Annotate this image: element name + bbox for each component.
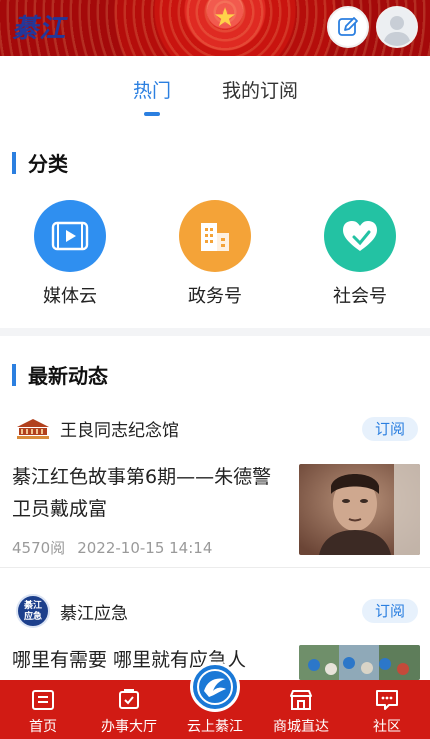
category-government-label: 政务号 xyxy=(188,286,242,307)
emergency-logo-icon: 綦江应急 xyxy=(16,594,50,628)
nav-home[interactable]: 首页 xyxy=(0,680,86,739)
tab-bar: 热门 我的订阅 xyxy=(0,56,430,120)
news-source-1-name: 王良同志纪念馆 xyxy=(60,421,179,441)
news-source-2-name: 綦江应急 xyxy=(60,603,128,624)
news-headline-1[interactable]: 綦江红色故事第6期——朱德警卫员戴成富 xyxy=(12,461,290,525)
star-emblem-icon: ★ xyxy=(213,3,237,33)
news-meta-1: 4570阅 2022-10-15 14:14 xyxy=(12,537,212,558)
nav-service-hall-label: 办事大厅 xyxy=(101,719,157,735)
nav-shop[interactable]: 商城直达 xyxy=(258,680,344,739)
app-header: ★ 綦江 xyxy=(0,0,430,56)
section-divider xyxy=(0,328,430,336)
tab-my-subscriptions[interactable]: 我的订阅 xyxy=(222,76,298,103)
nav-shop-label: 商城直达 xyxy=(273,719,329,735)
building-icon xyxy=(201,223,229,251)
news-time-1: 2022-10-15 14:14 xyxy=(77,539,213,557)
category-society[interactable]: 社会号 xyxy=(315,200,405,308)
edit-icon xyxy=(338,17,358,36)
cloud-qijiang-button[interactable] xyxy=(190,662,240,712)
news-thumbnail-1[interactable] xyxy=(299,464,420,555)
categories-title: 分类 xyxy=(28,152,68,176)
service-hall-icon xyxy=(119,689,139,709)
news-row-separator xyxy=(0,567,430,568)
heading-accent-bar xyxy=(12,363,16,386)
news-views-1: 4570阅 xyxy=(12,539,66,557)
heading-accent-bar xyxy=(12,151,16,174)
nav-community[interactable]: 社区 xyxy=(344,680,430,739)
category-media-cloud-label: 媒体云 xyxy=(43,286,97,307)
tab-hot[interactable]: 热门 xyxy=(133,76,171,103)
home-icon xyxy=(32,690,54,710)
crowd-photo-icon xyxy=(299,645,420,680)
edit-button[interactable] xyxy=(327,6,369,48)
app-logo: 綦江 xyxy=(12,14,67,44)
emergency-logo-text: 綦江应急 xyxy=(23,601,42,622)
avatar-button[interactable] xyxy=(376,6,418,48)
category-government-badge xyxy=(179,200,251,272)
community-icon xyxy=(376,690,398,710)
cloud-qijiang-icon xyxy=(197,669,233,705)
news-source-1[interactable]: 王良同志纪念馆 xyxy=(16,416,179,441)
active-tab-indicator xyxy=(144,112,160,116)
categories-heading: 分类 xyxy=(12,148,68,177)
category-government[interactable]: 政务号 xyxy=(170,200,260,308)
avatar-icon xyxy=(383,16,411,46)
app-screen: ★ 綦江 热门 我的订阅 分类 媒体云 政务号 社会号 最新动态 王良同志纪念馆… xyxy=(0,0,430,739)
news-source-2[interactable]: 綦江应急 綦江应急 xyxy=(16,594,128,628)
news-thumbnail-2[interactable] xyxy=(299,645,420,680)
nav-cloud-qijiang-label: 云上綦江 xyxy=(187,719,243,735)
news-headline-2[interactable]: 哪里有需要 哪里就有应急人 xyxy=(12,644,290,676)
video-icon xyxy=(51,221,89,251)
category-society-badge xyxy=(324,200,396,272)
category-media-cloud-badge xyxy=(34,200,106,272)
news-title: 最新动态 xyxy=(28,364,108,388)
memorial-hall-logo-icon xyxy=(17,418,49,439)
subscribe-button-2[interactable]: 订阅 xyxy=(362,599,418,623)
category-society-label: 社会号 xyxy=(333,286,387,307)
category-media-cloud[interactable]: 媒体云 xyxy=(25,200,115,308)
portrait-photo-icon xyxy=(299,464,420,555)
nav-community-label: 社区 xyxy=(373,719,401,735)
subscribe-button-1[interactable]: 订阅 xyxy=(362,417,418,441)
news-heading: 最新动态 xyxy=(12,360,108,389)
nav-service-hall[interactable]: 办事大厅 xyxy=(86,680,172,739)
shop-icon xyxy=(290,690,312,710)
heart-icon xyxy=(343,221,377,251)
nav-home-label: 首页 xyxy=(29,719,57,735)
